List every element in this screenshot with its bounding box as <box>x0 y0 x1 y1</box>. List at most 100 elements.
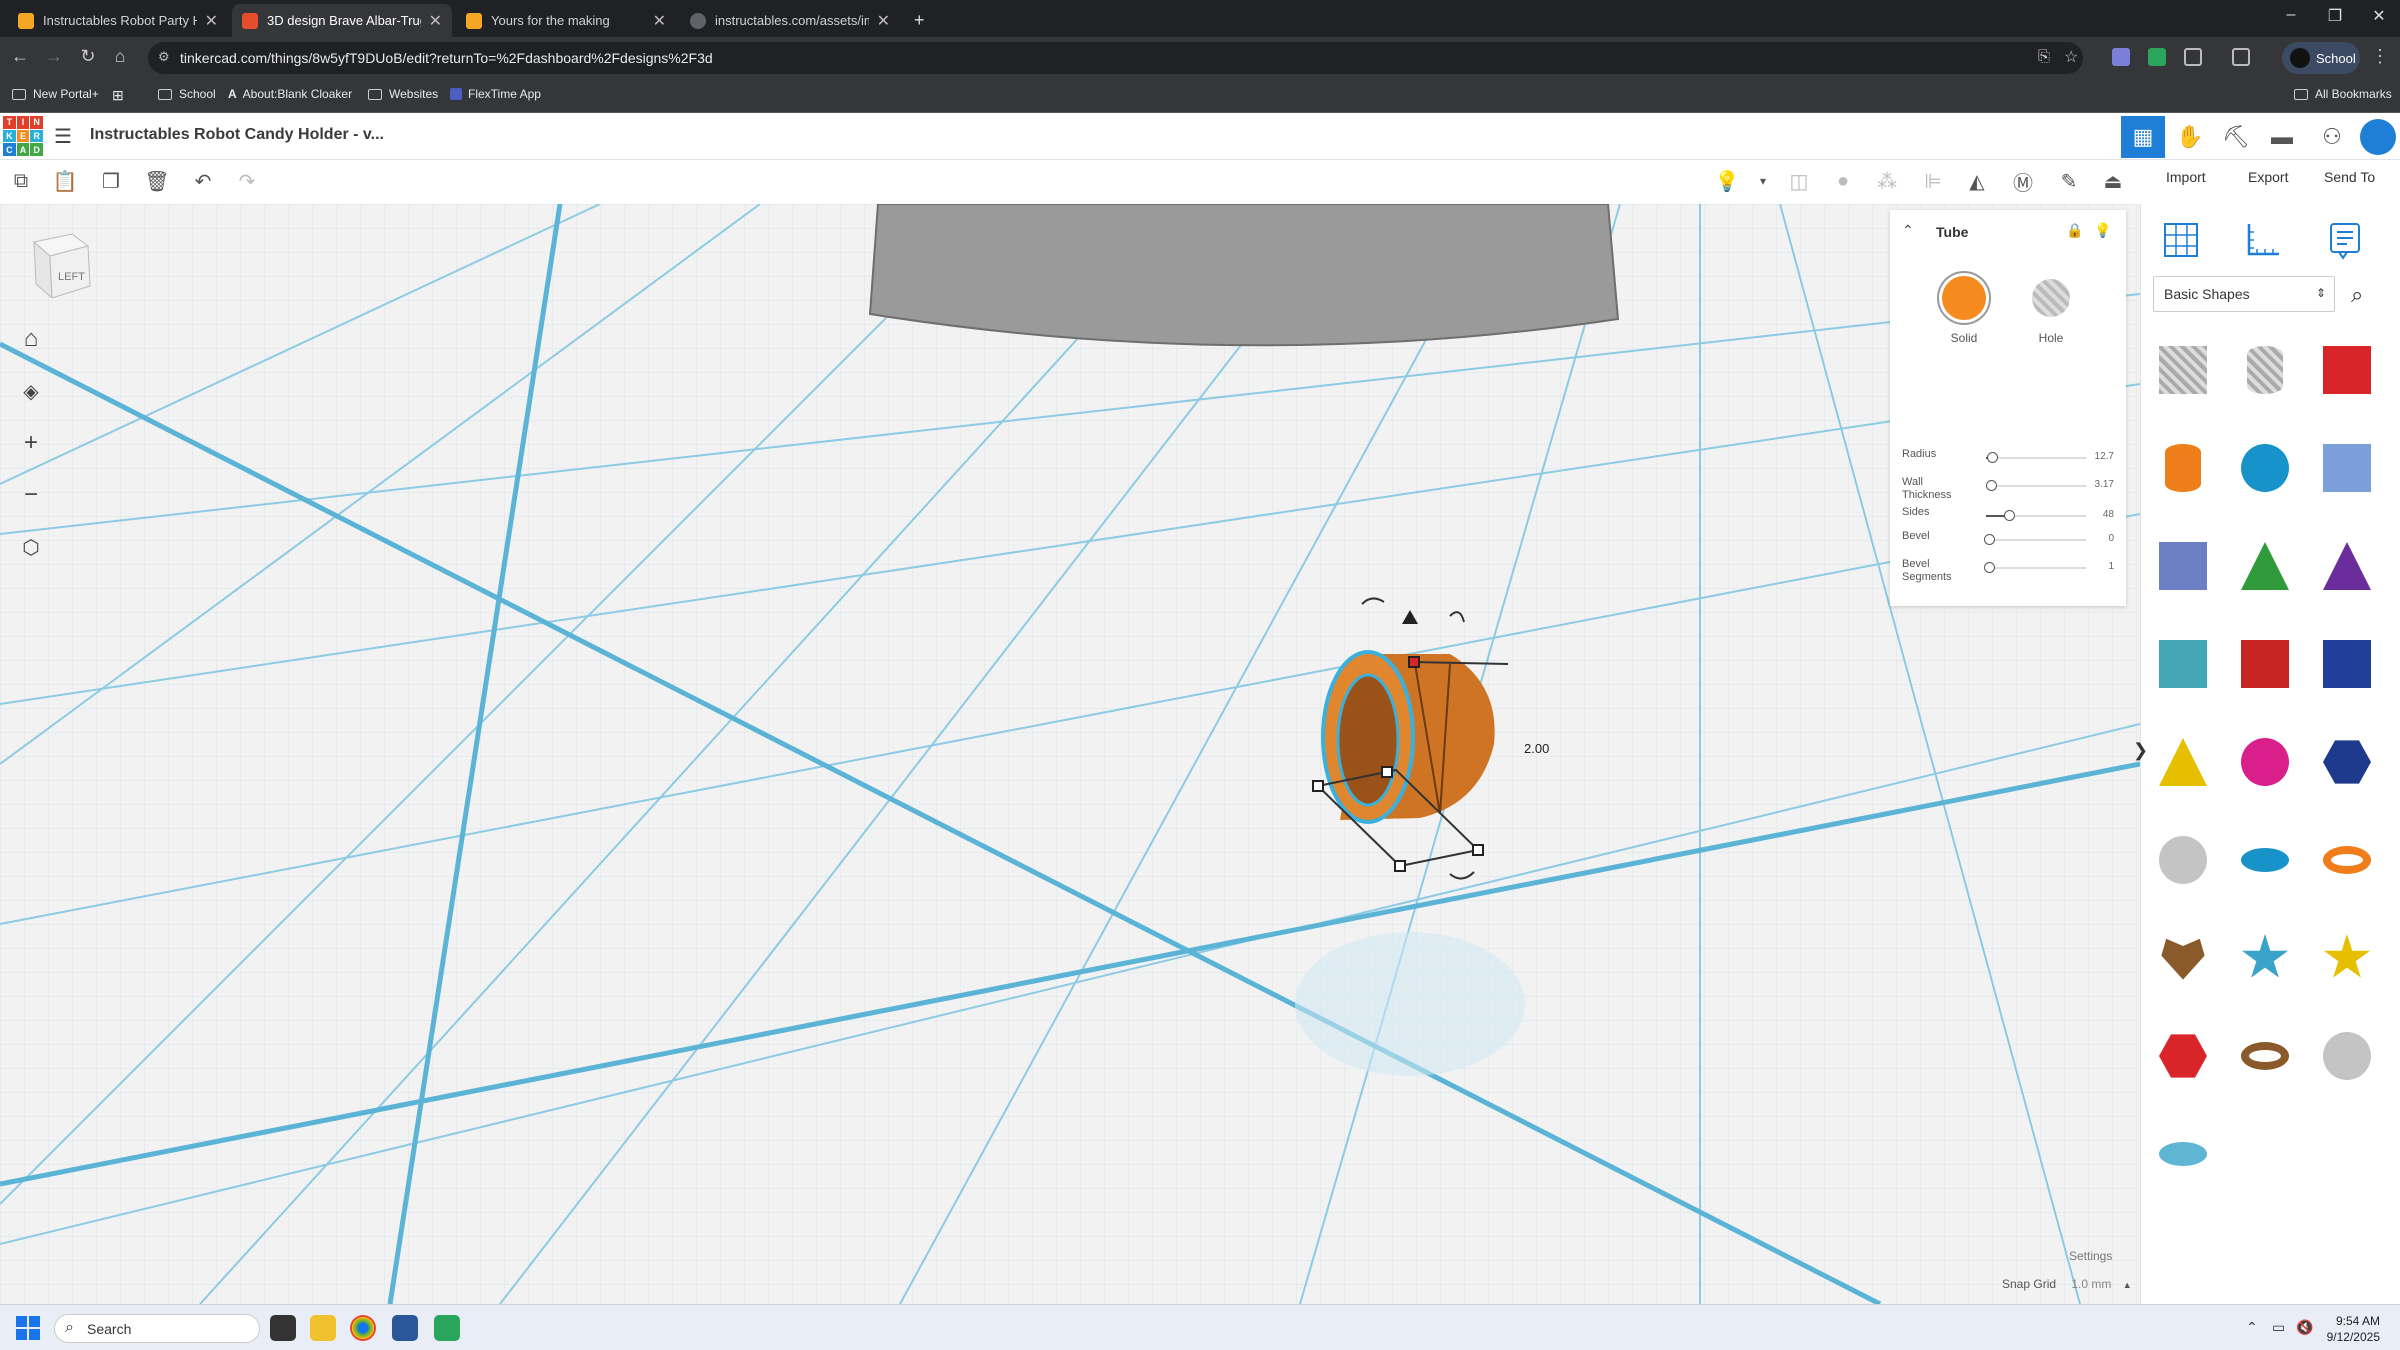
magnet-icon[interactable]: Ⓜ <box>2008 166 2038 196</box>
profile-button[interactable]: School <box>2282 42 2360 74</box>
shape-name[interactable]: Tube <box>1936 224 1968 240</box>
param-value[interactable]: 0 <box>2108 533 2114 544</box>
close-tab-icon[interactable]: ✕ <box>877 11 890 31</box>
send-to-button[interactable]: Send To <box>2324 169 2375 185</box>
mirror-icon[interactable]: ◭ <box>1962 166 1992 196</box>
param-slider-knob[interactable] <box>2004 510 2015 521</box>
ruler-icon[interactable]: ✎ <box>2054 166 2084 196</box>
extension-icon[interactable] <box>2148 48 2166 66</box>
profile-icon[interactable] <box>2356 116 2400 158</box>
param-slider-knob[interactable] <box>1986 480 1997 491</box>
undo-icon[interactable]: ↶ <box>188 166 218 196</box>
bookmark-flextime[interactable]: FlexTime App <box>450 87 541 101</box>
close-tab-icon[interactable]: ✕ <box>429 11 442 31</box>
network-icon[interactable]: ▭ <box>2272 1319 2285 1336</box>
shape-box[interactable] <box>2311 330 2383 410</box>
workplane-grid-icon[interactable] <box>2159 218 2203 262</box>
extensions-puzzle-icon[interactable] <box>2184 48 2202 66</box>
param-slider[interactable] <box>1986 452 2086 463</box>
forward-icon[interactable]: → <box>42 46 66 67</box>
shape-ring[interactable] <box>2229 1016 2301 1096</box>
snap-grid-value[interactable]: 1.0 mm <box>2071 1277 2111 1291</box>
chevron-updown-icon[interactable]: ▲ <box>2123 1280 2132 1290</box>
file-explorer-icon[interactable] <box>310 1315 336 1341</box>
all-bookmarks[interactable]: All Bookmarks <box>2294 87 2392 101</box>
settings-link[interactable]: Settings <box>2069 1249 2112 1263</box>
shape-text[interactable] <box>2229 624 2301 704</box>
chevron-up-icon[interactable]: ⌃ <box>2246 1319 2258 1336</box>
volume-muted-icon[interactable]: 🔇 <box>2296 1319 2313 1336</box>
task-view-icon[interactable] <box>270 1315 296 1341</box>
briefcase-icon[interactable]: ▬ <box>2260 116 2304 158</box>
chrome-icon[interactable] <box>350 1315 376 1341</box>
tab-robot-party-hat[interactable]: Instructables Robot Party Hat ✕ <box>8 4 228 37</box>
pickaxe-icon[interactable]: ⛏ <box>2214 116 2258 158</box>
design-title[interactable]: Instructables Robot Candy Holder - v... <box>90 126 384 144</box>
ruler-icon[interactable] <box>2241 218 2285 262</box>
hole-swatch[interactable] <box>2032 279 2070 317</box>
redo-icon[interactable]: ↷ <box>232 166 262 196</box>
zoom-in-icon[interactable]: + <box>16 428 46 458</box>
snap-grid[interactable]: Snap Grid 1.0 mm ▲ <box>2002 1277 2132 1291</box>
bookmark-star-icon[interactable]: ☆ <box>2064 47 2078 67</box>
address-bar[interactable]: ⚙ tinkercad.com/things/8w5yfT9DUoB/edit?… <box>148 42 2083 74</box>
tab-tinkercad-design[interactable]: 3D design Brave Albar-Trug - Ti ✕ <box>232 4 452 37</box>
export-button[interactable]: Export <box>2248 169 2288 185</box>
param-value[interactable]: 48 <box>2103 509 2114 520</box>
clock[interactable]: 9:54 AM 9/12/2025 <box>2320 1313 2380 1345</box>
collapse-panel-chevron-icon[interactable]: ❯ <box>2133 740 2148 761</box>
lock-icon[interactable]: 🔒 <box>2066 222 2083 239</box>
shape-heart[interactable] <box>2147 918 2219 998</box>
collapse-chevron-icon[interactable]: ⌃ <box>1902 222 1914 239</box>
copy-icon[interactable]: ⧉ <box>6 166 36 196</box>
tab-instructables-asset[interactable]: instructables.com/assets/img/in ✕ <box>680 4 900 37</box>
home-view-icon[interactable]: ⌂ <box>16 324 46 354</box>
perspective-icon[interactable]: ⬡ <box>16 532 46 562</box>
windows-start-icon[interactable] <box>16 1316 40 1340</box>
param-slider[interactable] <box>1986 510 2086 521</box>
shape-roof[interactable] <box>2229 526 2301 606</box>
shape-torus[interactable] <box>2229 820 2301 900</box>
workplane-viewport[interactable]: 2.00 <box>0 204 2140 1304</box>
design-list-icon[interactable]: ☰ <box>54 124 72 149</box>
view-cube[interactable]: LEFT <box>28 228 94 300</box>
param-slider-knob[interactable] <box>1984 562 1995 573</box>
shape-cone[interactable] <box>2311 526 2383 606</box>
shape-soccer-ball[interactable] <box>2311 1016 2383 1096</box>
param-value[interactable]: 3.17 <box>2095 479 2114 490</box>
hand-brick-icon[interactable]: ✋ <box>2168 116 2212 158</box>
tinkercad-logo[interactable]: T I N K E R C A D <box>3 116 43 156</box>
maximize-button[interactable]: ❐ <box>2320 6 2350 26</box>
param-slider[interactable] <box>1986 480 2086 491</box>
search-icon[interactable]: ⌕ <box>2351 282 2363 308</box>
shape-category-select[interactable]: Basic Shapes ⇕ <box>2153 276 2335 312</box>
apps-grid-icon[interactable]: ⊞ <box>112 87 124 104</box>
param-slider-knob[interactable] <box>1984 534 1995 545</box>
shape-paraboloid[interactable] <box>2147 820 2219 900</box>
shape-tube[interactable] <box>2311 820 2383 900</box>
shape-box-hole[interactable] <box>2147 330 2219 410</box>
param-value[interactable]: 12.7 <box>2095 451 2114 462</box>
bookmark-websites[interactable]: Websites <box>368 87 438 101</box>
shape-star[interactable] <box>2229 918 2301 998</box>
app-icon[interactable] <box>434 1315 460 1341</box>
shape-sphere[interactable] <box>2229 428 2301 508</box>
close-window-button[interactable]: ✕ <box>2364 6 2394 26</box>
bookmark-school[interactable]: School <box>158 87 216 101</box>
add-user-icon[interactable]: ⚇ <box>2310 116 2354 158</box>
home-icon[interactable]: ⌂ <box>108 46 132 67</box>
shape-cylinder[interactable] <box>2147 428 2219 508</box>
shape-lens[interactable] <box>2147 1114 2219 1194</box>
shape-icosahedron[interactable] <box>2147 1016 2219 1096</box>
ungroup-icon[interactable]: ● <box>1828 166 1858 196</box>
workplane-icon[interactable]: ⏏ <box>2098 166 2128 196</box>
fit-view-icon[interactable]: ◈ <box>16 376 46 406</box>
menu-kebab-icon[interactable]: ⋮ <box>2368 46 2392 67</box>
shape-polygon[interactable] <box>2311 722 2383 802</box>
dimension-label[interactable]: 2.00 <box>1524 741 1549 756</box>
back-icon[interactable]: ← <box>8 46 32 67</box>
install-app-icon[interactable]: ⎘ <box>2038 48 2050 65</box>
close-tab-icon[interactable]: ✕ <box>205 11 218 31</box>
param-slider[interactable] <box>1984 534 2086 545</box>
zoom-out-icon[interactable]: − <box>16 480 46 510</box>
